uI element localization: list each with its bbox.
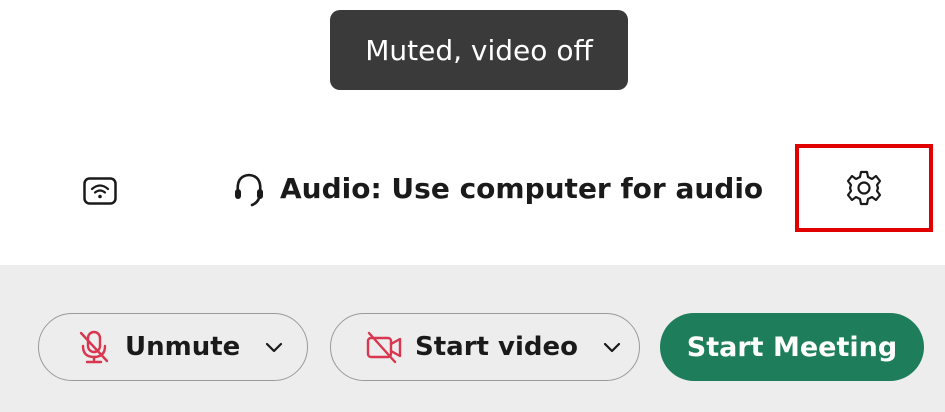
chevron-down-icon[interactable]	[264, 340, 284, 354]
chevron-down-icon[interactable]	[602, 340, 622, 354]
settings-button[interactable]	[795, 144, 933, 232]
start-video-label: Start video	[415, 332, 578, 362]
info-row: Audio: Use computer for audio	[0, 140, 945, 240]
meeting-preview: Muted, video off Audio: Use computer for…	[0, 0, 945, 412]
gear-icon[interactable]	[845, 169, 883, 207]
status-tooltip: Muted, video off	[330, 10, 628, 90]
start-video-button[interactable]: Start video	[330, 313, 640, 381]
tooltip-text: Muted, video off	[365, 33, 593, 67]
wifi-icon[interactable]	[83, 177, 117, 205]
start-meeting-button[interactable]: Start Meeting	[660, 313, 924, 381]
control-bar: Unmute Start video Start Meeting	[0, 265, 945, 412]
video-off-icon	[366, 331, 402, 364]
start-meeting-label: Start Meeting	[686, 331, 898, 363]
unmute-label: Unmute	[125, 332, 241, 362]
headset-icon	[235, 173, 263, 207]
microphone-muted-icon	[79, 330, 109, 364]
unmute-button[interactable]: Unmute	[38, 313, 308, 381]
audio-label[interactable]: Audio: Use computer for audio	[280, 172, 763, 205]
